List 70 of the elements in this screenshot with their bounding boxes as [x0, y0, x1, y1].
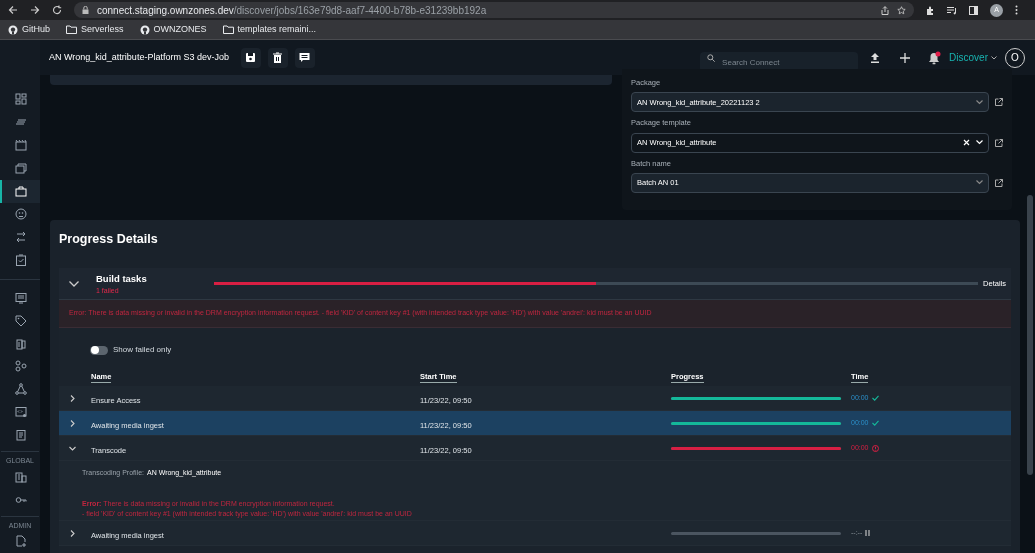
save-icon: [245, 52, 257, 63]
group-title: Build tasks: [96, 272, 148, 287]
check-icon: [871, 395, 879, 401]
bell-icon[interactable]: [928, 50, 942, 65]
folder-icon: [222, 25, 234, 34]
book-icon: [15, 337, 27, 350]
chevron-down-icon: [976, 99, 983, 105]
sidebar-item[interactable]: [0, 179, 40, 203]
bookmark[interactable]: templates remaini...: [222, 22, 317, 37]
forward-icon[interactable]: [30, 5, 40, 15]
comment-icon: [299, 52, 311, 63]
face-icon: [15, 208, 27, 221]
share-icon[interactable]: [881, 5, 889, 15]
external-link-icon[interactable]: [995, 138, 1003, 147]
building-icon: [15, 470, 27, 483]
dashboard-icon: [15, 93, 27, 106]
discover-menu[interactable]: Discover: [949, 50, 997, 65]
back-icon[interactable]: [8, 5, 18, 15]
external-link-icon[interactable]: [995, 178, 1003, 187]
search-icon: [707, 53, 716, 62]
folder-icon: [66, 25, 77, 34]
monitor-icon: [15, 291, 27, 304]
clapperboard-icon: [15, 139, 27, 152]
reload-icon[interactable]: [52, 5, 62, 15]
swap-icon: [15, 231, 27, 244]
playlist-icon[interactable]: [947, 5, 957, 15]
puzzle-icon[interactable]: [926, 5, 935, 15]
trash-button[interactable]: [267, 47, 288, 68]
plus-icon[interactable]: [900, 52, 911, 63]
check-icon: [871, 420, 879, 426]
pause-icon: [865, 530, 871, 536]
github-icon: [8, 24, 18, 35]
toggle-switch[interactable]: [90, 345, 108, 355]
section-title: Progress Details: [59, 231, 159, 248]
chevron-right-icon[interactable]: [69, 394, 76, 402]
briefcase-icon: [15, 185, 27, 198]
graph-icon: [15, 383, 27, 396]
bookmark[interactable]: OWNZONES: [139, 22, 207, 37]
chevron-down-icon: [991, 55, 997, 60]
code-window-icon: [15, 406, 27, 419]
file-add-icon: [15, 535, 27, 548]
external-link-icon[interactable]: [995, 98, 1003, 107]
upload-icon[interactable]: [870, 52, 881, 63]
trash-icon: [272, 52, 284, 63]
tag-icon: [15, 314, 27, 327]
chevron-down-icon[interactable]: [69, 444, 76, 452]
bookmark[interactable]: GitHub: [8, 22, 50, 37]
toggle-label: Show failed only: [113, 344, 172, 356]
github-icon: [139, 24, 150, 35]
chevron-right-icon[interactable]: [69, 529, 76, 537]
job-title: AN Wrong_kid_attribute-Platform S3 dev-Job: [49, 50, 229, 64]
save-button[interactable]: [240, 47, 261, 68]
address-bar[interactable]: connect.staging.ownzones.dev/discover/jobs/163e79d8-aaf7-4400-b78b-e31239bb192a: [74, 2, 914, 18]
chevron-down-icon[interactable]: [69, 280, 79, 287]
clipboard-check-icon: [15, 254, 27, 267]
bookmark[interactable]: Serverless: [66, 22, 124, 37]
comment-button[interactable]: [294, 47, 315, 68]
star-icon[interactable]: [897, 5, 906, 15]
scrollbar[interactable]: [1027, 195, 1033, 475]
layers-icon: [15, 162, 27, 175]
more-icon[interactable]: [1015, 5, 1018, 15]
nodes-icon: [15, 360, 27, 373]
lock-icon: [82, 6, 89, 14]
clear-icon[interactable]: [963, 139, 970, 146]
chevron-right-icon[interactable]: [69, 419, 76, 427]
chevron-down-icon: [976, 140, 983, 145]
side-panel-icon[interactable]: [969, 5, 978, 15]
document-icon: [15, 429, 27, 442]
error-icon: [871, 444, 879, 452]
chevron-down-icon: [976, 180, 983, 186]
